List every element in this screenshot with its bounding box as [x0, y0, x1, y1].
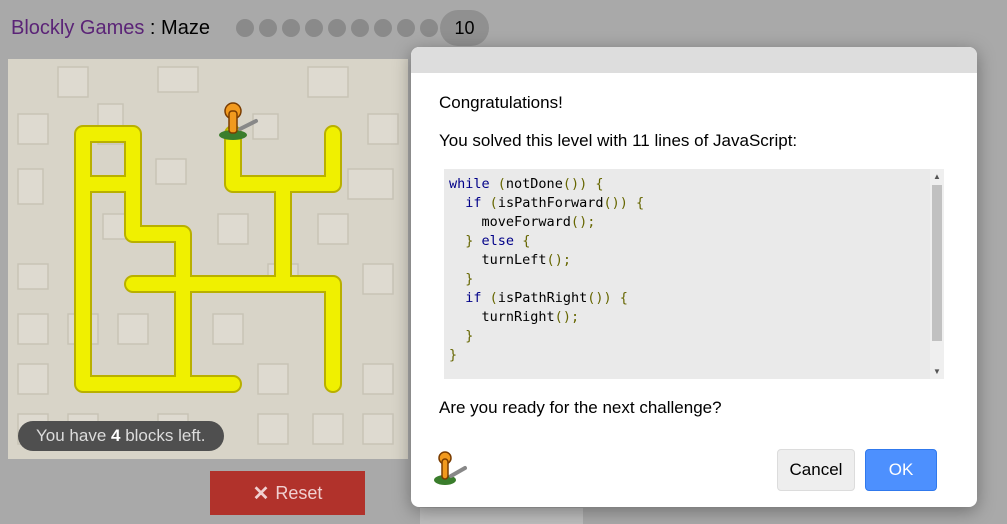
toolbox-strip [420, 508, 583, 524]
level-dot[interactable] [282, 19, 300, 37]
pegman-icon [434, 451, 467, 485]
title-separator: : [144, 17, 162, 39]
reset-label: Reset [275, 482, 323, 503]
reset-button[interactable]: ✕ Reset [210, 471, 365, 515]
level-dot[interactable] [374, 19, 392, 37]
blocks-left-capsule: You have 4 blocks left. [18, 421, 224, 451]
blocks-left-suffix: blocks left. [120, 426, 206, 445]
app-name-link[interactable]: Blockly Games [11, 17, 144, 39]
dialog-congrats-text: Congratulations! [439, 93, 563, 112]
scroll-up-arrow-icon[interactable]: ▲ [933, 172, 941, 181]
code-scrollbar[interactable]: ▲ ▼ [930, 169, 944, 379]
scroll-thumb[interactable] [932, 185, 942, 341]
ok-button[interactable]: OK [865, 449, 937, 491]
level-dot[interactable] [236, 19, 254, 37]
scroll-down-arrow-icon[interactable]: ▼ [933, 367, 941, 376]
cancel-button[interactable]: Cancel [777, 449, 855, 491]
level-dot[interactable] [420, 19, 438, 37]
level-dot[interactable] [328, 19, 346, 37]
dialog-next-challenge-text: Are you ready for the next challenge? [439, 398, 722, 417]
code-display[interactable]: while (notDone()) { if (isPathForward())… [444, 169, 944, 379]
dialog-solved-text: You solved this level with 11 lines of J… [439, 131, 798, 150]
maze-path-outline [74, 125, 342, 393]
page-title: Blockly Games : Maze [11, 17, 210, 40]
current-level-badge[interactable]: 10 [440, 10, 489, 46]
blocks-left-prefix: You have [36, 426, 111, 445]
level-dot[interactable] [397, 19, 415, 37]
pegman-icon [219, 102, 258, 140]
congratulations-dialog: Congratulations! You solved this level w… [411, 47, 977, 507]
level-dot[interactable] [351, 19, 369, 37]
dialog-titlebar[interactable] [411, 47, 977, 73]
level-dot[interactable] [305, 19, 323, 37]
x-icon: ✕ [252, 482, 270, 505]
maze-canvas: You have 4 blocks left. [8, 59, 408, 459]
code-text: while (notDone()) { if (isPathForward())… [449, 176, 645, 363]
maze-board [17, 66, 399, 445]
level-dot[interactable] [259, 19, 277, 37]
maze-path [76, 127, 340, 391]
game-name: Maze [161, 17, 210, 39]
